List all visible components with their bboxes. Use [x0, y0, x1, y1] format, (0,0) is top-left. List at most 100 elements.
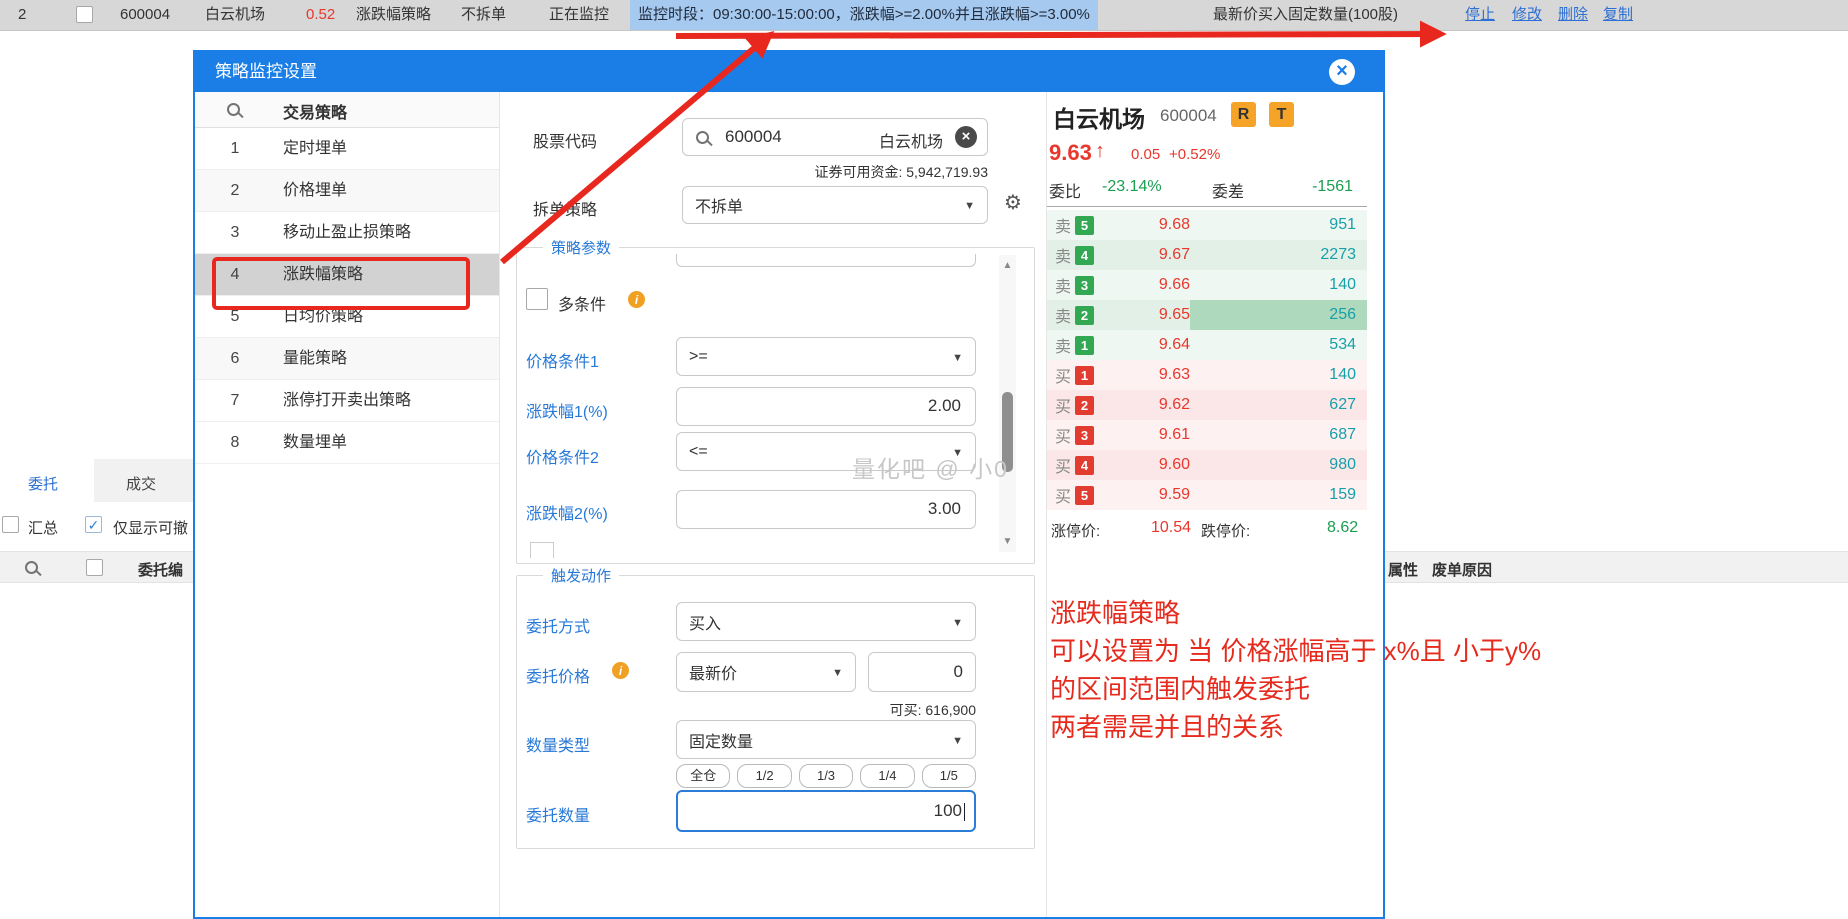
chevron-down-icon [952, 443, 963, 461]
price-cond2-select[interactable]: <= [676, 432, 976, 471]
multi-condition-checkbox[interactable] [526, 288, 548, 310]
fraction-buttons: 全仓 1/2 1/3 1/4 1/5 [676, 764, 976, 788]
fraction-all-button[interactable]: 全仓 [676, 764, 730, 788]
price-type-select[interactable]: 最新价 [676, 652, 856, 692]
price-value-input[interactable]: 0 [868, 652, 976, 692]
price-cond1-select[interactable]: >= [676, 337, 976, 376]
note-line: 的区间范围内触发委托 [1050, 670, 1541, 708]
bid-row-3[interactable]: 买3 9.61687 [1047, 420, 1367, 450]
scrollbar-thumb[interactable] [1002, 392, 1013, 472]
qty-type-label: 数量类型 [526, 732, 590, 756]
note-line: 两者需是并且的关系 [1050, 708, 1541, 746]
split-strategy-label: 拆单策略 [533, 196, 597, 220]
close-icon[interactable] [1329, 59, 1355, 85]
monitor-list-row: 2 600004 白云机场 0.52 涨跌幅策略 不拆单 正在监控 监控时段：0… [0, 0, 1848, 31]
fraction-half-button[interactable]: 1/2 [737, 764, 791, 788]
wc-label: 委差 [1212, 178, 1244, 202]
strategy-item-trailing-stop[interactable]: 3移动止盈止损策略 [195, 212, 499, 254]
modify-link[interactable]: 修改 [1512, 0, 1542, 30]
fraction-third-button[interactable]: 1/3 [799, 764, 853, 788]
partial-checkbox [530, 542, 554, 558]
price-cond1-label: 价格条件1 [526, 348, 599, 372]
fraction-fifth-button[interactable]: 1/5 [922, 764, 976, 788]
qty-type-select[interactable]: 固定数量 [676, 720, 976, 759]
delete-link[interactable]: 删除 [1558, 0, 1588, 30]
ask-row-2-highlighted[interactable]: 卖2 9.65256 [1047, 300, 1367, 330]
tab-trades[interactable]: 成交 [126, 473, 156, 494]
chevron-down-icon [952, 613, 963, 631]
strategy-item-limit-open-sell[interactable]: 7涨停打开卖出策略 [195, 380, 499, 422]
stock-code-value: 600004 [725, 127, 782, 147]
order-side-label: 委托方式 [526, 613, 590, 637]
strategy-item-volume[interactable]: 6量能策略 [195, 338, 499, 380]
up-arrow-icon: ↑ [1095, 140, 1105, 163]
chevron-down-icon [952, 348, 963, 366]
gear-icon[interactable] [1004, 190, 1022, 215]
ask-row-1[interactable]: 卖1 9.64534 [1047, 330, 1367, 360]
chevron-down-icon [832, 663, 843, 681]
qty-input-focused[interactable]: 100 [676, 790, 976, 832]
strategy-item-price-order[interactable]: 2价格埋单 [195, 170, 499, 212]
limit-up-label: 涨停价: [1051, 520, 1100, 541]
ask-row-4[interactable]: 卖4 9.672273 [1047, 240, 1367, 270]
order-book: 卖5 9.68951 卖4 9.672273 卖3 9.66140 卖2 9.6… [1047, 210, 1367, 510]
stop-link[interactable]: 停止 [1465, 0, 1495, 30]
can-buy-text: 可买: 616,900 [776, 700, 976, 720]
dialog-titlebar[interactable]: 策略监控设置 [195, 52, 1383, 92]
bid-row-4[interactable]: 买4 9.60980 [1047, 450, 1367, 480]
price-change: 0.05 [1131, 146, 1160, 163]
strategy-item-timed-order[interactable]: 1定时埋单 [195, 128, 499, 170]
ask-row-5[interactable]: 卖5 9.68951 [1047, 210, 1367, 240]
cancelable-checkbox[interactable] [85, 516, 102, 533]
badge-t: T [1269, 102, 1294, 127]
bid-row-2[interactable]: 买2 9.62627 [1047, 390, 1367, 420]
quote-stock-name: 白云机场 [1053, 100, 1145, 134]
clear-stock-icon[interactable] [955, 126, 977, 148]
price-info-icon[interactable] [612, 662, 629, 679]
strategy-list-title: 交易策略 [283, 99, 347, 123]
limit-down-label: 跌停价: [1201, 520, 1250, 541]
dialog-title: 策略监控设置 [215, 52, 317, 92]
select-all-checkbox[interactable] [86, 559, 103, 576]
column-attr: 属性 [1388, 559, 1418, 580]
params-scrollbar[interactable]: ▲ ▼ [999, 255, 1016, 552]
strategy-form: 股票代码 600004 白云机场 证券可用资金: 5,942,719.93 拆单… [499, 92, 1047, 917]
pct1-input[interactable]: 2.00 [676, 387, 976, 426]
scrolled-input-partial [676, 254, 976, 267]
scroll-up-icon[interactable]: ▲ [999, 260, 1016, 271]
strategy-item-pct-change-selected[interactable]: 4涨跌幅策略 [195, 254, 499, 296]
order-price-label: 委托价格 [526, 663, 590, 687]
pct2-input[interactable]: 3.00 [676, 490, 976, 529]
scroll-down-icon[interactable]: ▼ [999, 536, 1016, 547]
bid-row-5[interactable]: 买5 9.59159 [1047, 480, 1367, 510]
price-cond2-label: 价格条件2 [526, 444, 599, 468]
row-checkbox[interactable] [76, 6, 93, 23]
trigger-legend: 触发动作 [543, 565, 619, 586]
strategy-settings-dialog: 策略监控设置 交易策略 1定时埋单 2价格埋单 3移动止盈止损策略 4涨跌幅策略… [193, 50, 1385, 919]
info-icon[interactable] [628, 291, 645, 308]
stock-search-icon [696, 131, 709, 144]
list-search-icon[interactable] [227, 103, 240, 116]
strategy-item-daily-avg[interactable]: 5日均价策略 [195, 296, 499, 338]
summary-checkbox[interactable] [2, 516, 19, 533]
stock-name-value: 白云机场 [879, 128, 943, 152]
search-icon[interactable] [25, 561, 38, 574]
quote-stock-code: 600004 [1160, 106, 1217, 126]
tab-orders[interactable]: 委托 [28, 473, 58, 494]
quote-panel: 白云机场 600004 R T 9.63 ↑ 0.05 +0.52% 委比 -2… [1047, 92, 1383, 917]
split-strategy-select[interactable]: 不拆单 [682, 186, 988, 224]
bid-row-1[interactable]: 买1 9.63140 [1047, 360, 1367, 390]
stock-code-label: 股票代码 [533, 128, 597, 152]
fraction-quarter-button[interactable]: 1/4 [860, 764, 914, 788]
row-status: 正在监控 [549, 0, 609, 30]
limit-up-value: 10.54 [1151, 519, 1191, 537]
wb-value: -23.14% [1102, 178, 1162, 196]
price-change-pct: +0.52% [1169, 146, 1220, 163]
annotation-note: 涨跌幅策略 可以设置为 当 价格涨幅高于 x%且 小于y% 的区间范围内触发委托… [1050, 594, 1541, 746]
order-side-select[interactable]: 买入 [676, 602, 976, 641]
stock-code-input[interactable]: 600004 白云机场 [682, 118, 988, 156]
ask-row-3[interactable]: 卖3 9.66140 [1047, 270, 1367, 300]
strategy-list: 交易策略 1定时埋单 2价格埋单 3移动止盈止损策略 4涨跌幅策略 5日均价策略… [195, 92, 499, 917]
copy-link[interactable]: 复制 [1603, 0, 1633, 30]
strategy-item-qty-order[interactable]: 8数量埋单 [195, 422, 499, 464]
